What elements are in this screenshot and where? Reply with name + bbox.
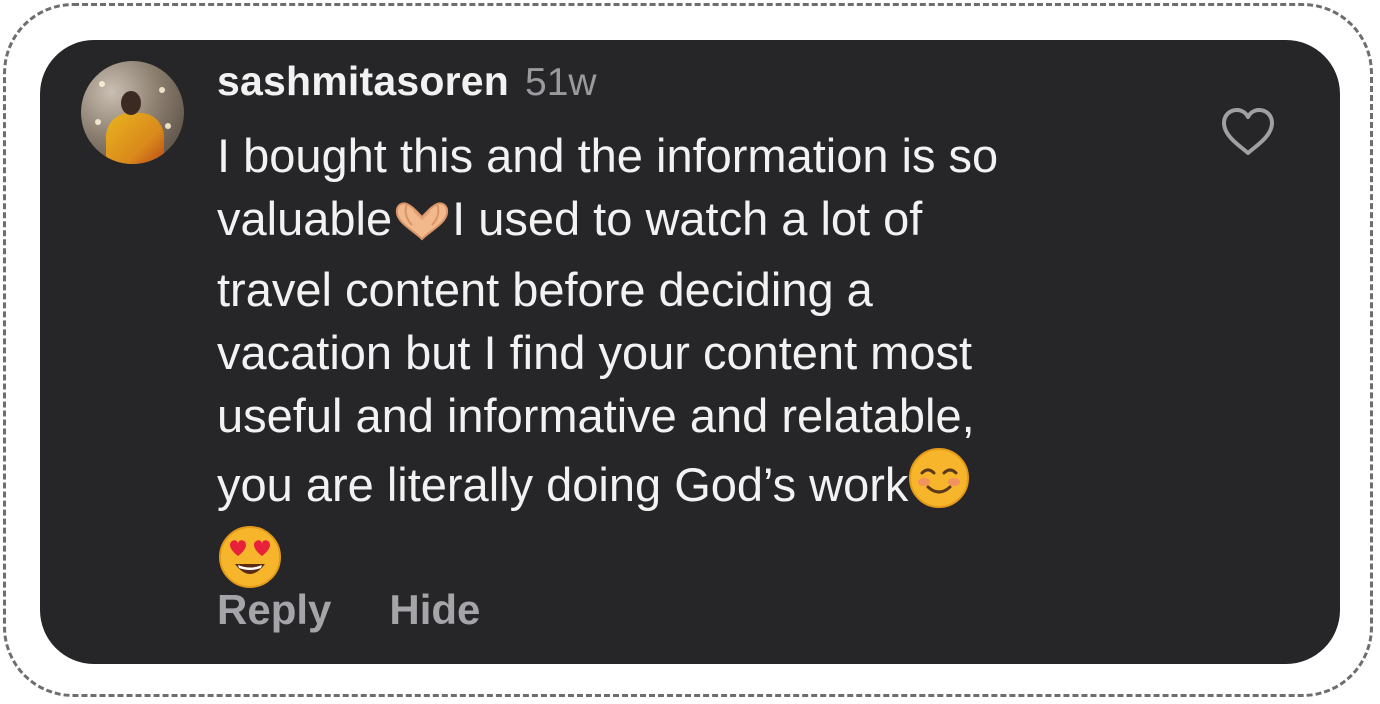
heart-icon[interactable]: [1220, 106, 1276, 158]
comment-line-text: useful and informative and relatable,: [217, 389, 975, 442]
avatar-bokeh-light: [159, 87, 165, 93]
comment-line: valuable I used to watch a lot of: [217, 187, 1177, 258]
comment-line-text: vacation but I find your content most: [217, 326, 973, 379]
comment-line-text: you are literally doing God’s work: [217, 458, 909, 511]
comment-line-text: I used to watch a lot of: [452, 192, 923, 245]
avatar-figure-head: [121, 91, 141, 115]
smiling-face-emoji: [908, 447, 970, 524]
avatar-bokeh-light: [165, 123, 171, 129]
avatar-bokeh-light: [99, 81, 105, 87]
comment-line: vacation but I find your content most: [217, 321, 1177, 384]
timestamp: 51w: [525, 61, 597, 104]
comment-line: useful and informative and relatable,: [217, 384, 1177, 447]
comment-header: sashmitasoren 51w: [217, 58, 597, 114]
hide-button[interactable]: Hide: [389, 586, 480, 634]
comment-actions: Reply Hide: [217, 586, 480, 634]
avatar-bokeh-light: [95, 119, 101, 125]
comment-line: you are literally doing God’s work: [217, 447, 1177, 524]
comment-line-text: valuable: [217, 192, 393, 245]
comment-text: I bought this and the information is so …: [217, 124, 1177, 605]
comment-line-text: I bought this and the information is so: [217, 129, 999, 182]
username[interactable]: sashmitasoren: [217, 58, 509, 105]
avatar-figure-body: [106, 113, 164, 164]
reply-button[interactable]: Reply: [217, 586, 331, 634]
comment-line: travel content before deciding a: [217, 258, 1177, 321]
heart-hands-emoji: [392, 195, 452, 258]
avatar[interactable]: [81, 61, 184, 164]
comment-line: I bought this and the information is so: [217, 124, 1177, 187]
comment-line-text: travel content before deciding a: [217, 263, 873, 316]
